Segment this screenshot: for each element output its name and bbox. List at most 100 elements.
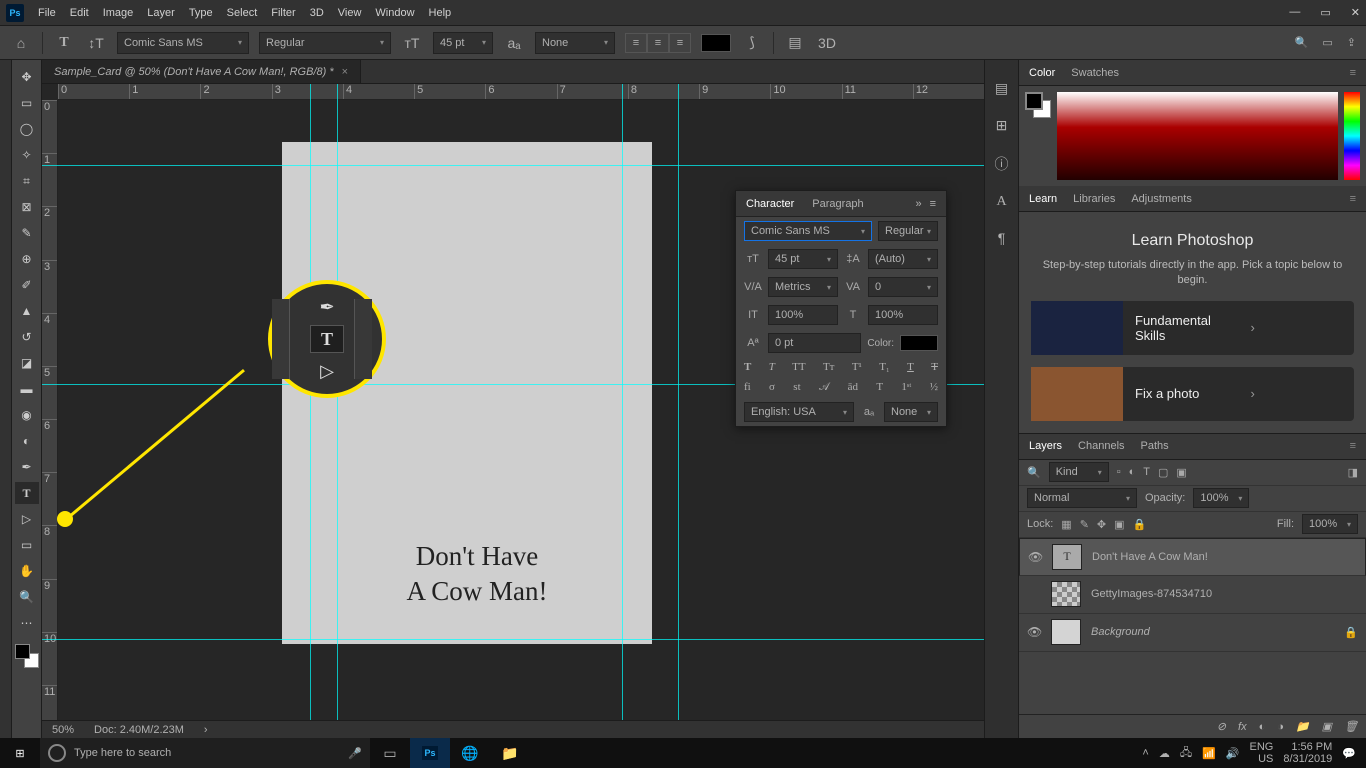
discretionary-icon[interactable]: st (793, 381, 800, 394)
lock-pixels-icon[interactable]: ▦ (1061, 518, 1071, 531)
font-family-select[interactable]: Comic Sans MS▾ (117, 32, 249, 54)
align-left-icon[interactable]: ≡ (625, 33, 647, 53)
mic-icon[interactable]: 🎤 (348, 747, 362, 760)
status-expand-icon[interactable]: › (204, 724, 208, 736)
menu-select[interactable]: Select (227, 7, 258, 19)
type-tool[interactable]: T (15, 482, 39, 504)
superscript-icon[interactable]: T¹ (852, 361, 862, 373)
tab-adjustments[interactable]: Adjustments (1131, 193, 1192, 205)
layer-name[interactable]: Background (1091, 626, 1150, 638)
char-aa-select[interactable]: None▾ (884, 402, 938, 422)
search-icon[interactable]: 🔍 (1295, 36, 1309, 49)
menu-help[interactable]: Help (429, 7, 452, 19)
zoom-tool[interactable]: 🔍 (15, 586, 39, 608)
character-dock-icon[interactable]: A (996, 194, 1006, 210)
volume-icon[interactable]: 🔊 (1226, 747, 1240, 760)
warp-text-icon[interactable]: ⟆ (741, 32, 763, 54)
collapse-icon[interactable]: » (915, 198, 921, 210)
tab-channels[interactable]: Channels (1078, 440, 1124, 452)
guide[interactable] (42, 639, 984, 640)
layer-row[interactable]: 👁 Background 🔒 (1019, 614, 1366, 652)
pen-tool[interactable]: ✒ (15, 456, 39, 478)
menu-edit[interactable]: Edit (70, 7, 89, 19)
titling-icon[interactable]: T (876, 381, 883, 394)
brush-tool[interactable]: ✐ (15, 274, 39, 296)
tab-paragraph[interactable]: Paragraph (812, 198, 863, 210)
smallcaps-icon[interactable]: Tᴛ (823, 361, 835, 373)
lasso-tool[interactable]: ◯ (15, 118, 39, 140)
character-panel[interactable]: Character Paragraph »≡ Comic Sans MS▾ Re… (735, 190, 947, 427)
italic-icon[interactable]: T (769, 361, 775, 373)
antialias-select[interactable]: None▾ (535, 32, 615, 54)
color-swatches[interactable] (15, 644, 39, 668)
bold-icon[interactable]: T (744, 361, 751, 373)
dodge-tool[interactable]: ◐ (15, 430, 39, 452)
wifi-icon[interactable]: 📶 (1202, 747, 1216, 760)
char-kerning-select[interactable]: Metrics▾ (768, 277, 838, 297)
tray-language[interactable]: ENGUS (1250, 741, 1274, 765)
char-language-select[interactable]: English: USA▾ (744, 402, 854, 422)
stamp-tool[interactable]: ▲ (15, 300, 39, 322)
blur-tool[interactable]: ◉ (15, 404, 39, 426)
tab-paths[interactable]: Paths (1141, 440, 1169, 452)
layer-row[interactable]: 👁 T Don't Have A Cow Man! (1019, 538, 1366, 576)
healing-tool[interactable]: ⊕ (15, 248, 39, 270)
char-vscale-input[interactable]: 100% (768, 305, 838, 325)
home-icon[interactable]: ⌂ (10, 32, 32, 54)
move-tool[interactable]: ✥ (15, 66, 39, 88)
magic-wand-tool[interactable]: ✧ (15, 144, 39, 166)
panel-menu-icon[interactable]: ≡ (930, 198, 936, 210)
menu-type[interactable]: Type (189, 7, 213, 19)
menu-file[interactable]: File (38, 7, 56, 19)
frame-tool[interactable]: ⊠ (15, 196, 39, 218)
task-view-icon[interactable]: ▭ (370, 738, 410, 768)
char-leading-select[interactable]: (Auto)▾ (868, 249, 938, 269)
toggle-orientation-icon[interactable]: ↕T (85, 32, 107, 54)
taskbar-explorer[interactable]: 📁 (490, 738, 530, 768)
subscript-icon[interactable]: T₁ (879, 361, 890, 373)
ordinal-icon[interactable]: 1ˢᵗ (901, 381, 911, 394)
hand-tool[interactable]: ✋ (15, 560, 39, 582)
crop-tool[interactable]: ⌗ (15, 170, 39, 192)
panel-menu-icon[interactable]: ≡ (1350, 440, 1356, 452)
font-size-select[interactable]: 45 pt▾ (433, 32, 493, 54)
taskbar-chrome[interactable]: 🌐 (450, 738, 490, 768)
char-hscale-input[interactable]: 100% (868, 305, 938, 325)
menu-view[interactable]: View (338, 7, 362, 19)
underline-icon[interactable]: T (907, 361, 914, 373)
canvas-text[interactable]: Don't Have A Cow Man! (342, 539, 612, 609)
tab-swatches[interactable]: Swatches (1071, 67, 1119, 79)
info-panel-icon[interactable]: ⓘ (995, 154, 1009, 174)
history-brush-tool[interactable]: ↺ (15, 326, 39, 348)
network-icon[interactable]: 🖧 (1180, 744, 1192, 763)
start-button[interactable]: ⊞ (0, 738, 40, 768)
fx-icon[interactable]: fx (1238, 721, 1247, 733)
paragraph-dock-icon[interactable]: ¶ (998, 230, 1006, 246)
swash-icon[interactable]: 𝒜 (819, 381, 829, 394)
color-picker[interactable] (1019, 86, 1366, 186)
panel-menu-icon[interactable]: ≡ (1350, 67, 1356, 79)
share-doc-icon[interactable]: ▭ (1322, 36, 1332, 49)
filter-toggle[interactable]: ◨ (1348, 466, 1358, 479)
tray-overflow-icon[interactable]: ˄ (1142, 747, 1148, 759)
tab-learn[interactable]: Learn (1029, 193, 1057, 205)
char-size-select[interactable]: 45 pt▾ (768, 249, 838, 269)
char-font-select[interactable]: Comic Sans MS▾ (744, 221, 872, 241)
blend-mode-select[interactable]: Normal▾ (1027, 488, 1137, 508)
shape-tool[interactable]: ▭ (15, 534, 39, 556)
history-panel-icon[interactable]: ▤ (995, 80, 1008, 97)
menu-window[interactable]: Window (375, 7, 414, 19)
contextual-icon[interactable]: σ (769, 381, 775, 394)
ligature-icon[interactable]: fi (744, 381, 751, 394)
stylistic-icon[interactable]: ād (848, 381, 858, 394)
layer-name[interactable]: Don't Have A Cow Man! (1092, 551, 1208, 563)
filter-adjust-icon[interactable]: ◐ (1129, 466, 1136, 478)
mask-icon[interactable]: ◐ (1259, 721, 1266, 733)
text-color-swatch[interactable] (701, 34, 731, 52)
action-center-icon[interactable]: 💬 (1342, 747, 1356, 760)
visibility-icon[interactable]: 👁 (1028, 550, 1042, 564)
font-style-select[interactable]: Regular▾ (259, 32, 391, 54)
3d-icon[interactable]: 3D (816, 32, 838, 54)
minimize-icon[interactable]: — (1289, 6, 1300, 19)
type-tool-icon[interactable]: T (53, 32, 75, 54)
